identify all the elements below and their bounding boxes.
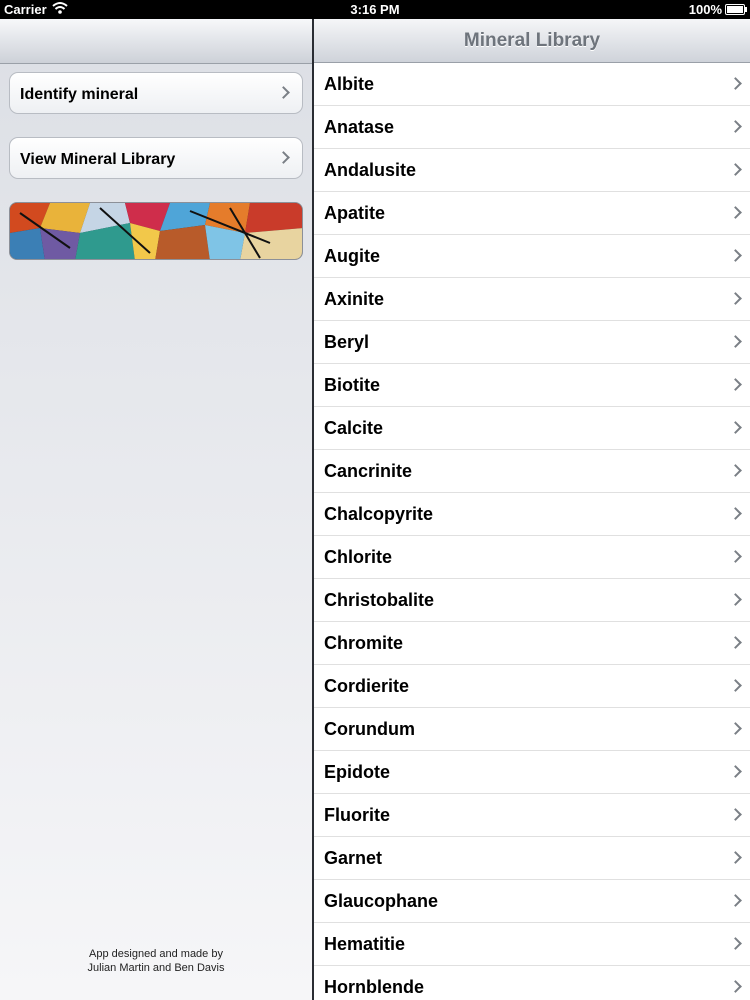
mineral-list-item[interactable]: Calcite [314,407,750,450]
mineral-name: Axinite [324,289,385,309]
chevron-right-icon [729,421,742,434]
mineral-list-item[interactable]: Cordierite [314,665,750,708]
mineral-name: Epidote [324,762,390,782]
chevron-right-icon [729,292,742,305]
thin-section-mineral-image [9,202,303,260]
chevron-right-icon [729,507,742,520]
mineral-name: Chlorite [324,547,393,567]
battery-icon [725,4,747,15]
mineral-name: Calcite [324,418,384,438]
mineral-name: Glaucophane [324,891,439,911]
mineral-list-item[interactable]: Hornblende [314,966,750,1000]
chevron-right-icon [277,151,290,164]
master-navigation-bar [0,19,312,64]
credits: App designed and made by Julian Martin a… [0,947,312,975]
mineral-list-item[interactable]: Fluorite [314,794,750,837]
mineral-name: Augite [324,246,380,266]
chevron-right-icon [729,765,742,778]
mineral-name: Corundum [324,719,415,739]
mineral-name: Cordierite [324,676,410,696]
detail-navigation-bar: Mineral Library [314,19,750,63]
chevron-right-icon [729,679,742,692]
chevron-right-icon [729,163,742,176]
chevron-right-icon [729,636,742,649]
page-title: Mineral Library [463,30,601,51]
chevron-right-icon [277,86,290,99]
identify-mineral-label: Identify mineral [20,86,139,103]
mineral-list-item[interactable]: Axinite [314,278,750,321]
mineral-list-item[interactable]: Cancrinite [314,450,750,493]
chevron-right-icon [729,593,742,606]
battery-percentage: 100% [688,2,722,17]
mineral-list: Albite Anatase Andalusite Apatite Augite Axin… [314,63,750,1000]
mineral-list-item[interactable]: Glaucophane [314,880,750,923]
mineral-list-item[interactable]: Corundum [314,708,750,751]
mineral-list-item[interactable]: Apatite [314,192,750,235]
mineral-name: Andalusite [324,160,417,180]
chevron-right-icon [729,120,742,133]
chevron-right-icon [729,980,742,993]
chevron-right-icon [729,937,742,950]
chevron-right-icon [729,550,742,563]
mineral-list-item[interactable]: Chromite [314,622,750,665]
chevron-right-icon [729,722,742,735]
mineral-name: Cancrinite [324,461,413,481]
chevron-right-icon [729,249,742,262]
mineral-list-item[interactable]: Hematitie [314,923,750,966]
chevron-right-icon [729,335,742,348]
mineral-name: Anatase [324,117,395,137]
view-mineral-library-label: View Mineral Library [20,151,176,168]
mineral-list-item[interactable]: Andalusite [314,149,750,192]
view-mineral-library-button[interactable]: View Mineral Library [9,137,303,179]
mineral-name: Chalcopyrite [324,504,434,524]
mineral-list-item[interactable]: Garnet [314,837,750,880]
mineral-name: Albite [324,74,375,94]
mineral-list-item[interactable]: Christobalite [314,579,750,622]
mineral-name: Hematitie [324,934,406,954]
mineral-name: Beryl [324,332,370,352]
chevron-right-icon [729,808,742,821]
chevron-right-icon [729,378,742,391]
status-bar: Carrier 3:16 PM 100% [0,0,750,19]
master-pane: Identify mineral View Mineral Library Ap [0,19,312,1000]
mineral-name: Biotite [324,375,380,395]
detail-pane: Mineral Library Albite Anatase Andalusite A… [314,19,750,1000]
mineral-list-item[interactable]: Chlorite [314,536,750,579]
credit-line-1: App designed and made by [89,948,223,960]
mineral-list-item[interactable]: Anatase [314,106,750,149]
chevron-right-icon [729,464,742,477]
mineral-name: Fluorite [324,805,390,825]
clock: 3:16 PM [350,2,400,17]
mineral-name: Hornblende [324,977,425,997]
chevron-right-icon [729,77,742,90]
mineral-list-item[interactable]: Albite [314,63,750,106]
mineral-name: Garnet [324,848,383,868]
chevron-right-icon [729,894,742,907]
mineral-list-item[interactable]: Epidote [314,751,750,794]
mineral-list-item[interactable]: Biotite [314,364,750,407]
identify-mineral-button[interactable]: Identify mineral [9,72,303,114]
mineral-name: Christobalite [324,590,435,610]
mineral-name: Chromite [324,633,404,653]
chevron-right-icon [729,206,742,219]
mineral-list-item[interactable]: Beryl [314,321,750,364]
mineral-list-item[interactable]: Augite [314,235,750,278]
mineral-name: Apatite [324,203,386,223]
credit-line-2: Julian Martin and Ben Davis [87,962,225,974]
mineral-list-item[interactable]: Chalcopyrite [314,493,750,536]
chevron-right-icon [729,851,742,864]
